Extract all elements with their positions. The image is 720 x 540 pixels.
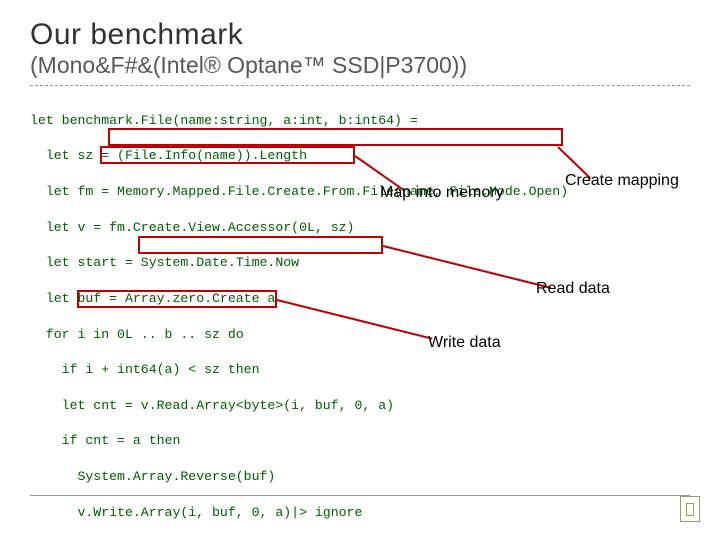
- code-line: if cnt = a then: [30, 432, 690, 450]
- annotation-map-into-memory: Map into memory: [380, 182, 504, 204]
- code-line: v.Write.Array(i, buf, 0, a)|> ignore: [30, 504, 690, 522]
- code-line: for i in 0L .. b .. sz do: [30, 326, 690, 344]
- annotation-read-data: Read data: [536, 278, 610, 300]
- annotation-create-mapping: Create mapping: [565, 170, 679, 192]
- slide-title: Our benchmark: [30, 18, 690, 52]
- annotation-write-data: Write data: [428, 332, 501, 354]
- code-line: let sz = (File.Info(name)).Length: [30, 147, 690, 165]
- page-badge: [680, 496, 700, 522]
- code-block: let benchmark.File(name:string, a:int, b…: [30, 94, 690, 540]
- slide-subtitle: (Mono&F#&(Intel® Optane™ SSD|P3700)): [30, 52, 690, 86]
- code-line: if i + int64(a) < sz then: [30, 361, 690, 379]
- code-line: let cnt = v.Read.Array<byte>(i, buf, 0, …: [30, 397, 690, 415]
- box-mmap-create: [108, 128, 563, 146]
- code-line: let v = fm.Create.View.Accessor(0L, sz): [30, 219, 690, 237]
- box-read-array: [138, 236, 383, 254]
- page-badge-icon: [686, 503, 694, 516]
- code-line: let start = System.Date.Time.Now: [30, 254, 690, 272]
- code-line: System.Array.Reverse(buf): [30, 468, 690, 486]
- footer-divider: [30, 495, 690, 496]
- code-line: let benchmark.File(name:string, a:int, b…: [30, 112, 690, 130]
